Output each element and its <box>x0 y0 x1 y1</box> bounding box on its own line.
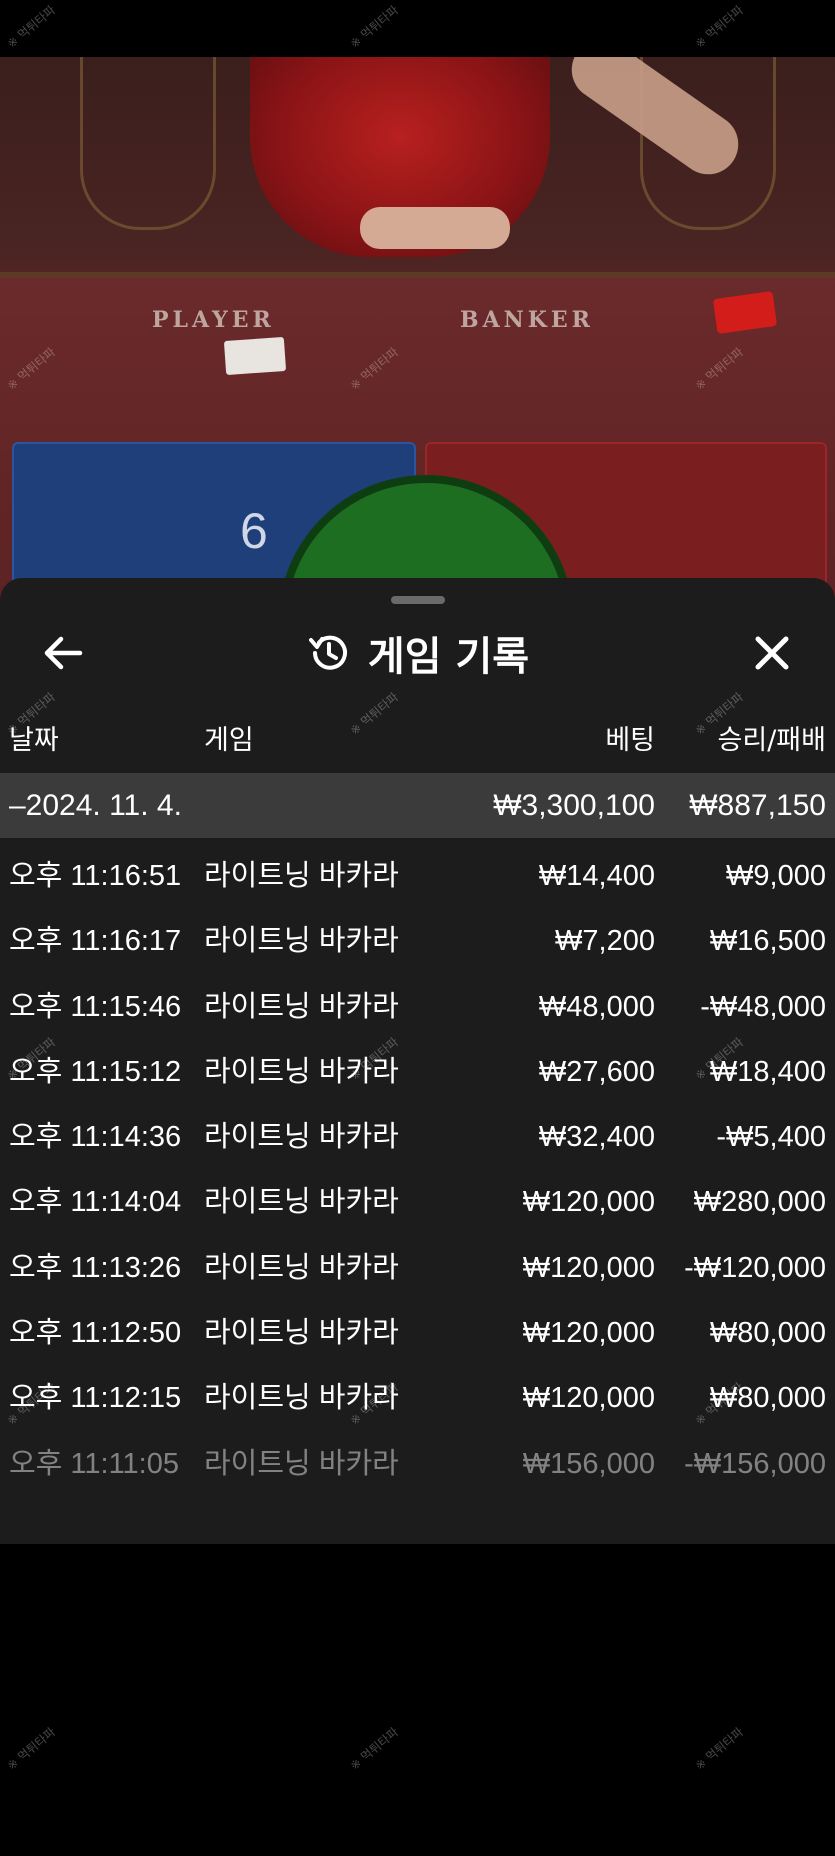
row-game: 라이트닝 바카라 <box>204 1251 399 1284</box>
date-group-row[interactable]: –2024. 11. 4. ₩3,300,100 ₩887,150 <box>0 773 835 838</box>
row-time: 오후 11:11:05 <box>9 1447 179 1480</box>
row-bet: ₩7,200 <box>555 925 655 958</box>
table-row[interactable]: 오후 11:16:17 라이트닝 바카라 ₩7,200 ₩16,500 <box>0 909 835 974</box>
row-result: ₩9,000 <box>726 860 826 892</box>
dealer-hand <box>360 207 510 249</box>
row-result: ₩16,500 <box>709 925 826 958</box>
table-row[interactable]: 오후 11:11:05 라이트닝 바카라 ₩156,000 -₩156,000 <box>0 1432 835 1497</box>
close-icon <box>755 636 789 670</box>
row-time: 오후 11:12:50 <box>9 1317 182 1350</box>
row-time: 오후 11:14:36 <box>9 1121 182 1154</box>
date-group-label: –2024. 11. 4. <box>9 789 182 822</box>
row-time: 오후 11:16:17 <box>9 925 182 958</box>
row-result: -₩120,000 <box>684 1251 826 1284</box>
watermark: ※ 먹튀타파 <box>4 1724 59 1773</box>
decor-arch <box>80 57 216 230</box>
row-bet: ₩120,000 <box>522 1251 655 1284</box>
table-row[interactable]: 오후 11:15:46 라이트닝 바카라 ₩48,000 -₩48,000 <box>0 975 835 1040</box>
table-row[interactable]: 오후 11:14:36 라이트닝 바카라 ₩32,400 -₩5,400 <box>0 1105 835 1170</box>
row-bet: ₩27,600 <box>538 1055 655 1088</box>
table-row[interactable]: 오후 11:16:51 라이트닝 바카라 ₩14,400 ₩9,000 <box>0 844 835 909</box>
table-row[interactable]: 오후 11:12:50 라이트닝 바카라 ₩120,000 ₩80,000 <box>0 1301 835 1366</box>
watermark: ※ 먹튀타파 <box>692 1724 747 1773</box>
row-bet: ₩48,000 <box>538 990 655 1023</box>
row-bet: ₩14,400 <box>538 860 655 892</box>
history-table: 날짜 게임 베팅 승리/패배 –2024. 11. 4. ₩3,300,100 … <box>0 708 835 1497</box>
page-title: 게임 기록 <box>367 634 530 680</box>
column-header-bet[interactable]: 베팅 <box>605 708 655 773</box>
row-result: ₩80,000 <box>709 1317 826 1350</box>
row-result: -₩156,000 <box>684 1447 826 1480</box>
row-result: -₩5,400 <box>716 1121 826 1154</box>
felt-label-banker: BANKER <box>460 307 594 333</box>
row-game: 라이트닝 바카라 <box>204 1317 399 1350</box>
row-game: 라이트닝 바카라 <box>204 860 399 892</box>
row-game: 라이트닝 바카라 <box>204 1447 399 1480</box>
live-video: PLAYER BANKER 6 <box>0 57 835 610</box>
row-result: -₩48,000 <box>700 990 826 1023</box>
column-header-win-loss[interactable]: 승리/패배 <box>718 708 826 773</box>
row-game: 라이트닝 바카라 <box>204 1186 399 1219</box>
watermark: ※ 먹튀타파 <box>347 1724 402 1773</box>
row-bet: ₩120,000 <box>522 1317 655 1350</box>
felt-label-player: PLAYER <box>152 307 275 333</box>
history-icon <box>308 635 347 670</box>
row-bet: ₩156,000 <box>522 1447 655 1480</box>
table-row[interactable]: 오후 11:13:26 라이트닝 바카라 ₩120,000 -₩120,000 <box>0 1236 835 1301</box>
row-game: 라이트닝 바카라 <box>204 990 399 1023</box>
row-time: 오후 11:15:46 <box>9 990 182 1023</box>
player-score: 6 <box>240 503 268 559</box>
row-game: 라이트닝 바카라 <box>204 1121 399 1154</box>
sheet-header: 게임 기록 <box>0 623 835 683</box>
row-time: 오후 11:16:51 <box>9 860 182 892</box>
row-time: 오후 11:14:04 <box>9 1186 182 1219</box>
row-time: 오후 11:13:26 <box>9 1251 182 1284</box>
close-button[interactable] <box>742 623 802 683</box>
playing-card <box>223 336 287 376</box>
row-result: ₩280,000 <box>693 1186 826 1219</box>
table-row[interactable]: 오후 11:14:04 라이트닝 바카라 ₩120,000 ₩280,000 <box>0 1170 835 1235</box>
row-bet: ₩120,000 <box>522 1382 655 1415</box>
row-game: 라이트닝 바카라 <box>204 925 399 958</box>
row-bet: ₩32,400 <box>538 1121 655 1154</box>
sheet-grab-handle[interactable] <box>391 596 445 604</box>
column-header-game[interactable]: 게임 <box>204 708 254 773</box>
date-group-bet-total: ₩3,300,100 <box>493 789 655 822</box>
date-group-win-total: ₩887,150 <box>689 789 826 822</box>
row-bet: ₩120,000 <box>522 1186 655 1219</box>
